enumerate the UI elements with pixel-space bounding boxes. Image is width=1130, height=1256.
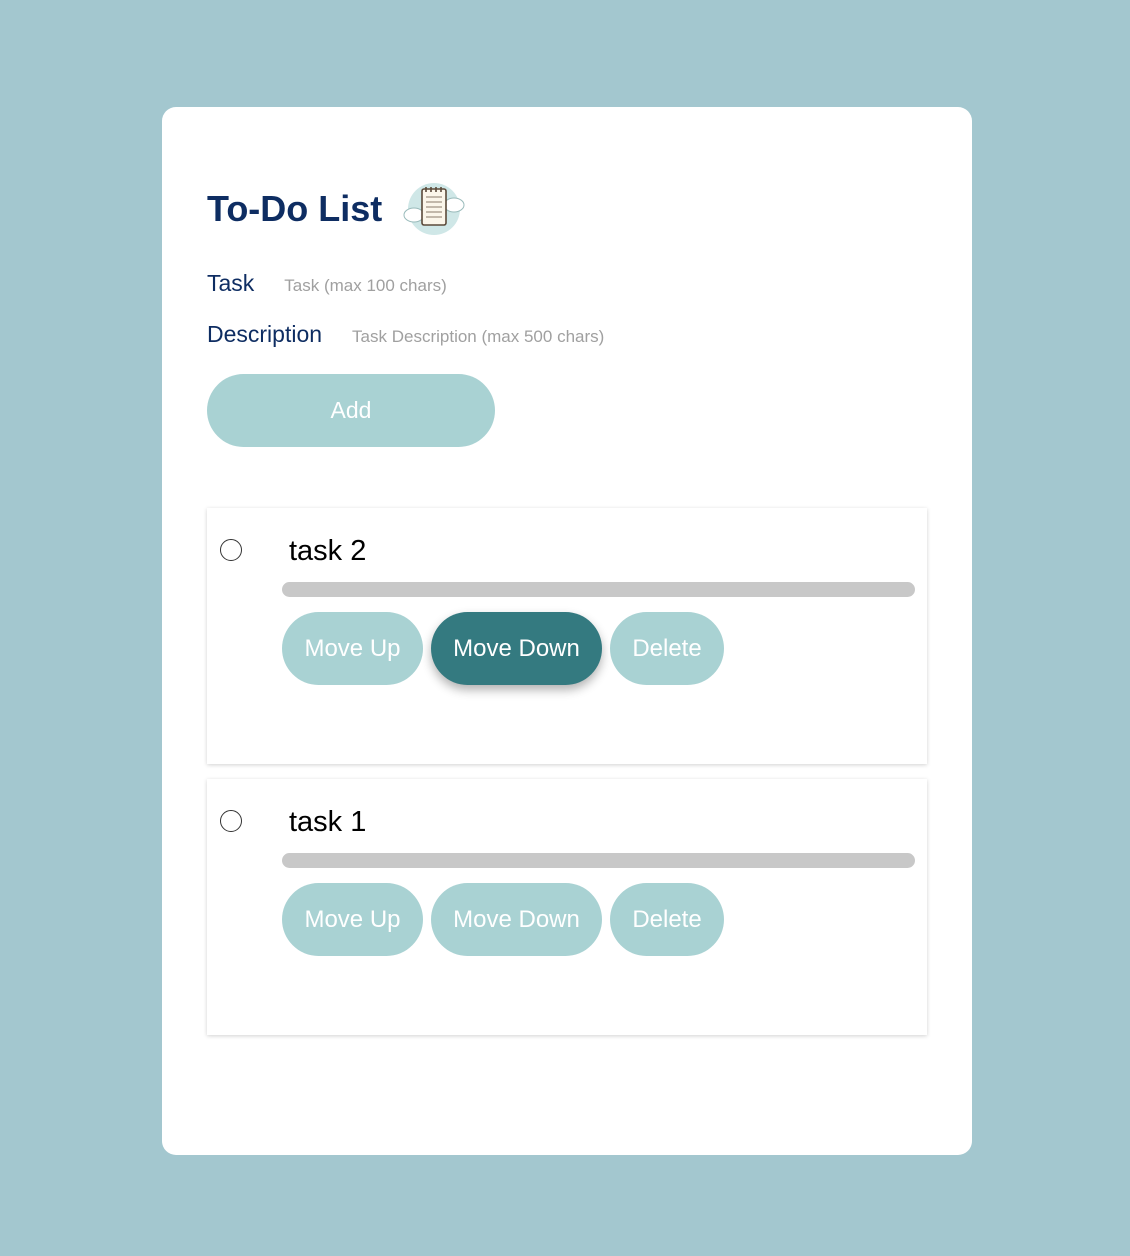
task-item: task 1 Move Up Move Down Delete [207, 779, 927, 1035]
header: To-Do List [207, 179, 466, 239]
move-up-button[interactable]: Move Up [282, 612, 423, 685]
add-button[interactable]: Add [207, 374, 495, 447]
task-complete-radio[interactable] [220, 810, 242, 832]
task-title: task 1 [289, 806, 367, 838]
task-item: task 2 Move Up Move Down Delete [207, 508, 927, 764]
delete-button[interactable]: Delete [610, 883, 724, 956]
task-title: task 2 [289, 535, 367, 567]
task-actions: Move Up Move Down Delete [282, 883, 724, 956]
delete-button[interactable]: Delete [610, 612, 724, 685]
task-description-bar [282, 853, 915, 868]
description-input[interactable] [352, 327, 673, 347]
task-label: Task [207, 270, 255, 296]
task-input[interactable] [284, 276, 585, 296]
description-label: Description [207, 321, 323, 347]
notepad-cloud-icon [402, 179, 466, 239]
move-down-button[interactable]: Move Down [431, 612, 602, 685]
task-complete-radio[interactable] [220, 539, 242, 561]
task-field-row: Task [207, 270, 585, 297]
page-title: To-Do List [207, 188, 383, 229]
description-field-row: Description [207, 321, 673, 348]
todo-card: To-Do List Task Description [162, 107, 972, 1155]
task-actions: Move Up Move Down Delete [282, 612, 724, 685]
task-description-bar [282, 582, 915, 597]
move-up-button[interactable]: Move Up [282, 883, 423, 956]
move-down-button[interactable]: Move Down [431, 883, 602, 956]
